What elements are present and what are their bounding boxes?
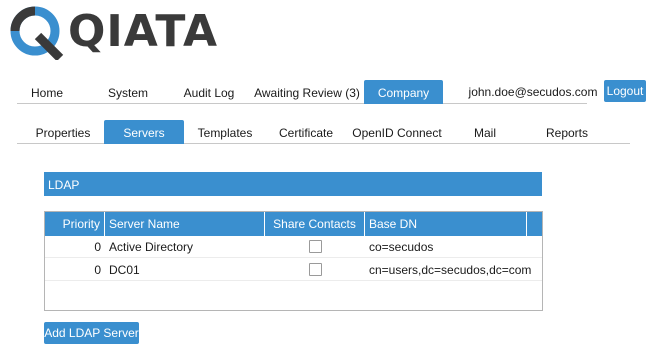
- table-row[interactable]: 0 Active Directory co=secudos: [45, 236, 542, 258]
- logo-text: QIATA: [68, 6, 219, 57]
- qiata-logo-mark-icon: [10, 6, 64, 60]
- subtab-properties[interactable]: Properties: [25, 120, 101, 144]
- subtab-certificate[interactable]: Certificate: [269, 120, 343, 144]
- cell-server-name: DC01: [109, 263, 140, 277]
- cell-share-contacts: [265, 236, 365, 258]
- ldap-server-grid: Priority Server Name Share Contacts Base…: [44, 211, 543, 311]
- cell-base-dn: co=secudos: [369, 240, 434, 254]
- cell-base-dn: cn=users,dc=secudos,dc=com: [369, 263, 532, 277]
- grid-header: Priority Server Name Share Contacts Base…: [45, 212, 542, 236]
- col-header-priority[interactable]: Priority: [45, 212, 105, 236]
- tab-home[interactable]: Home: [17, 80, 77, 104]
- table-row[interactable]: 0 DC01 cn=users,dc=secudos,dc=com: [45, 259, 542, 281]
- subtab-mail[interactable]: Mail: [457, 120, 513, 144]
- user-email: john.doe@secudos.com: [468, 85, 598, 99]
- cell-priority: 0: [94, 240, 101, 254]
- sub-nav: Properties Servers Templates Certificate…: [17, 120, 630, 144]
- subtab-templates[interactable]: Templates: [187, 120, 263, 144]
- share-contacts-checkbox[interactable]: [308, 240, 322, 254]
- logout-button[interactable]: Logout: [604, 80, 646, 102]
- subtab-servers[interactable]: Servers: [104, 120, 184, 144]
- share-contacts-checkbox[interactable]: [308, 263, 322, 277]
- tab-system[interactable]: System: [93, 80, 163, 104]
- subtab-openid-connect[interactable]: OpenID Connect: [347, 120, 447, 144]
- add-ldap-server-button[interactable]: Add LDAP Server: [44, 322, 139, 344]
- col-header-filler: [527, 212, 542, 236]
- col-header-share-contacts[interactable]: Share Contacts: [265, 212, 365, 236]
- cell-priority: 0: [94, 263, 101, 277]
- cell-share-contacts: [265, 259, 365, 281]
- subtab-reports[interactable]: Reports: [532, 120, 602, 144]
- tab-audit-log[interactable]: Audit Log: [177, 80, 241, 104]
- tab-company[interactable]: Company: [364, 80, 443, 104]
- tab-awaiting-review[interactable]: Awaiting Review (3): [253, 80, 361, 104]
- ldap-section-header: LDAP: [44, 172, 542, 196]
- col-header-server-name[interactable]: Server Name: [105, 212, 265, 236]
- qiata-logo: QIATA: [8, 4, 218, 60]
- col-header-base-dn[interactable]: Base DN: [365, 212, 527, 236]
- cell-server-name: Active Directory: [109, 240, 194, 254]
